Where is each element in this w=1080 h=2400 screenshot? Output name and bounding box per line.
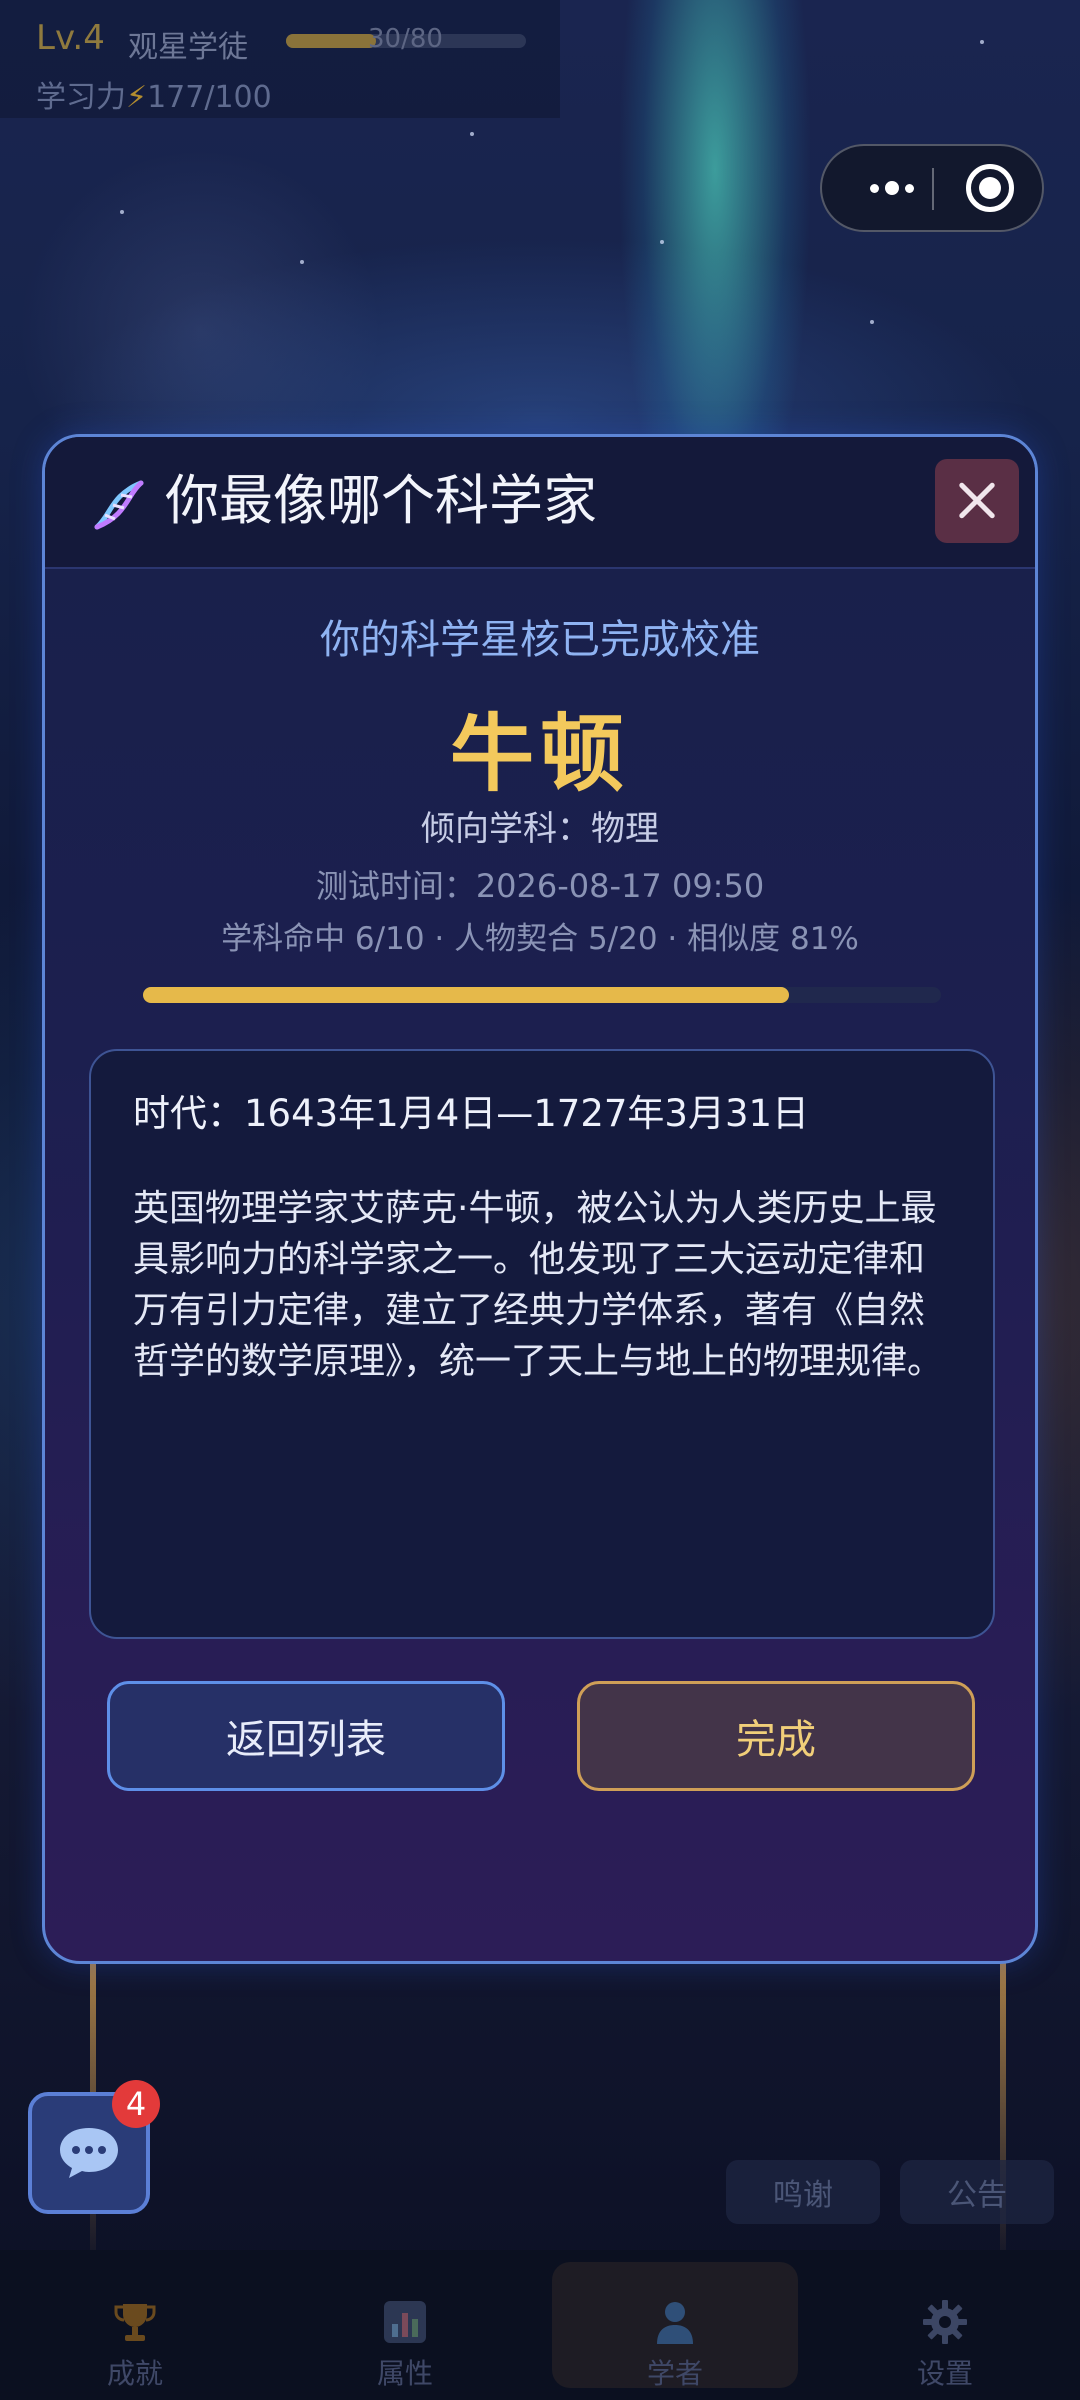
person-icon — [657, 2302, 693, 2344]
nav-item-settings[interactable]: 设置 — [810, 2250, 1080, 2400]
nav-item-attributes[interactable]: 属性 — [270, 2250, 540, 2400]
description-text: 英国物理学家艾萨克·牛顿，被公认为人类历史上最具影响力的科学家之一。他发现了三大… — [133, 1188, 944, 1382]
lightning-icon: ⚡ — [126, 80, 148, 115]
gear-icon — [923, 2300, 967, 2344]
nav-item-scholars[interactable]: 学者 — [540, 2250, 810, 2400]
close-icon[interactable] — [935, 459, 1019, 543]
similarity-bar-fill — [143, 987, 790, 1003]
unread-badge: 4 — [112, 2080, 160, 2128]
chat-bubble-icon — [60, 2128, 118, 2178]
thanks-button[interactable]: 鸣谢 — [726, 2160, 880, 2224]
nav-label-attributes: 属性 — [376, 2357, 433, 2390]
dna-icon — [94, 480, 144, 530]
back-to-list-button[interactable]: 返回列表 — [107, 1681, 505, 1791]
target-icon[interactable] — [966, 164, 1014, 212]
stamina-label: 学习力 — [36, 80, 126, 115]
xp-bar-fill — [286, 34, 376, 48]
nav-label-settings: 设置 — [916, 2357, 973, 2390]
done-button[interactable]: 完成 — [577, 1681, 975, 1791]
more-dots-icon[interactable] — [842, 146, 942, 230]
dialog-title: 你最像哪个科学家 — [165, 469, 597, 532]
level-label: Lv.4 — [36, 18, 105, 58]
result-subtitle: 你的科学星核已完成校准 — [320, 617, 760, 663]
rank-title: 观星学徒 — [128, 30, 248, 65]
scientist-info-card: 时代：1643年1月4日—1727年3月31日 英国物理学家艾萨克·牛顿，被公认… — [89, 1049, 995, 1639]
player-status-hud: Lv.4 观星学徒 30/80 学习力⚡177/100 — [0, 0, 560, 118]
trophy-icon — [114, 2304, 156, 2341]
nav-label-achievements: 成就 — [106, 2357, 163, 2390]
miniprogram-capsule — [820, 144, 1044, 232]
xp-text: 30/80 — [368, 24, 443, 54]
scientist-name: 牛顿 — [449, 705, 630, 803]
bottom-nav: 成就 属性 学者 设置 — [0, 2250, 1080, 2400]
result-dialog: 你最像哪个科学家 你的科学星核已完成校准 牛顿 倾向学科：物理 测试时间：202… — [42, 434, 1038, 1964]
match-stats: 学科命中 6/10 · 人物契合 5/20 · 相似度 81% — [221, 921, 859, 957]
bar-chart-icon — [384, 2301, 426, 2343]
test-time: 测试时间：2026-08-17 09:50 — [315, 867, 765, 905]
dialog-header: 你最像哪个科学家 — [45, 437, 1035, 569]
stamina-value: 177/100 — [147, 80, 272, 115]
nav-label-scholars: 学者 — [646, 2357, 703, 2390]
stamina-readout: 学习力⚡177/100 — [36, 72, 272, 116]
capsule-divider — [932, 168, 934, 210]
nav-item-achievements[interactable]: 成就 — [0, 2250, 270, 2400]
similarity-bar — [143, 987, 941, 1003]
discipline-label: 倾向学科：物理 — [421, 809, 659, 849]
notice-button[interactable]: 公告 — [900, 2160, 1054, 2224]
era-text: 时代：1643年1月4日—1727年3月31日 — [133, 1092, 810, 1135]
